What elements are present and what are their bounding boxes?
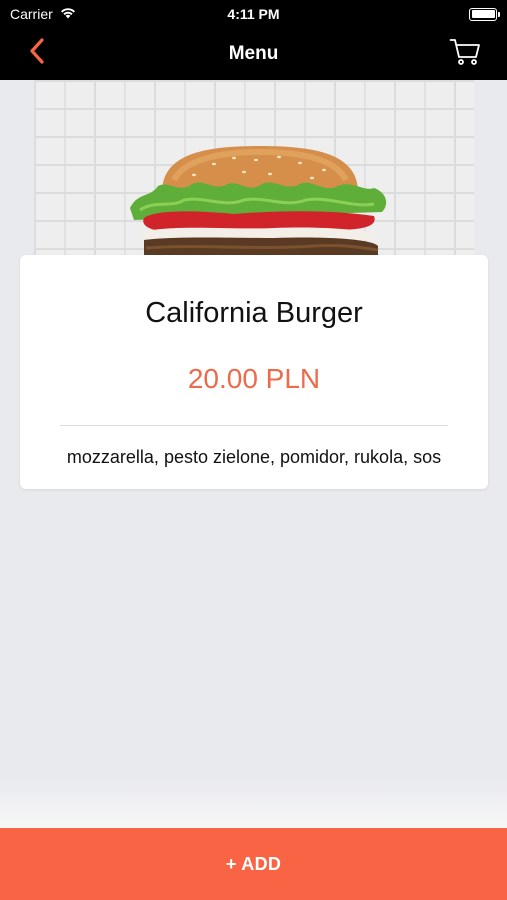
add-button-label: + ADD bbox=[225, 853, 282, 874]
bottom-fade bbox=[0, 780, 507, 828]
chevron-left-icon bbox=[28, 37, 46, 69]
carrier-label: Carrier bbox=[10, 6, 53, 22]
back-button[interactable] bbox=[22, 37, 52, 69]
cart-button[interactable] bbox=[447, 37, 483, 71]
battery-icon bbox=[469, 7, 500, 21]
wifi-icon bbox=[59, 6, 77, 22]
status-left: Carrier bbox=[10, 6, 77, 22]
divider bbox=[60, 425, 448, 426]
page-title: Menu bbox=[228, 43, 279, 64]
product-price: 20.00 PLN bbox=[187, 363, 321, 394]
product-card: California Burger 20.00 PLN mozzarella, … bbox=[20, 255, 488, 489]
add-to-cart-button[interactable]: + ADD bbox=[0, 828, 507, 900]
nav-bar: Menu bbox=[0, 28, 507, 80]
burger-photo bbox=[34, 80, 474, 256]
cart-icon bbox=[449, 38, 481, 71]
status-bar: Carrier 4:11 PM bbox=[0, 0, 507, 28]
product-description: mozzarella, pesto zielone, pomidor, ruko… bbox=[66, 447, 442, 467]
product-name: California Burger bbox=[145, 297, 363, 329]
